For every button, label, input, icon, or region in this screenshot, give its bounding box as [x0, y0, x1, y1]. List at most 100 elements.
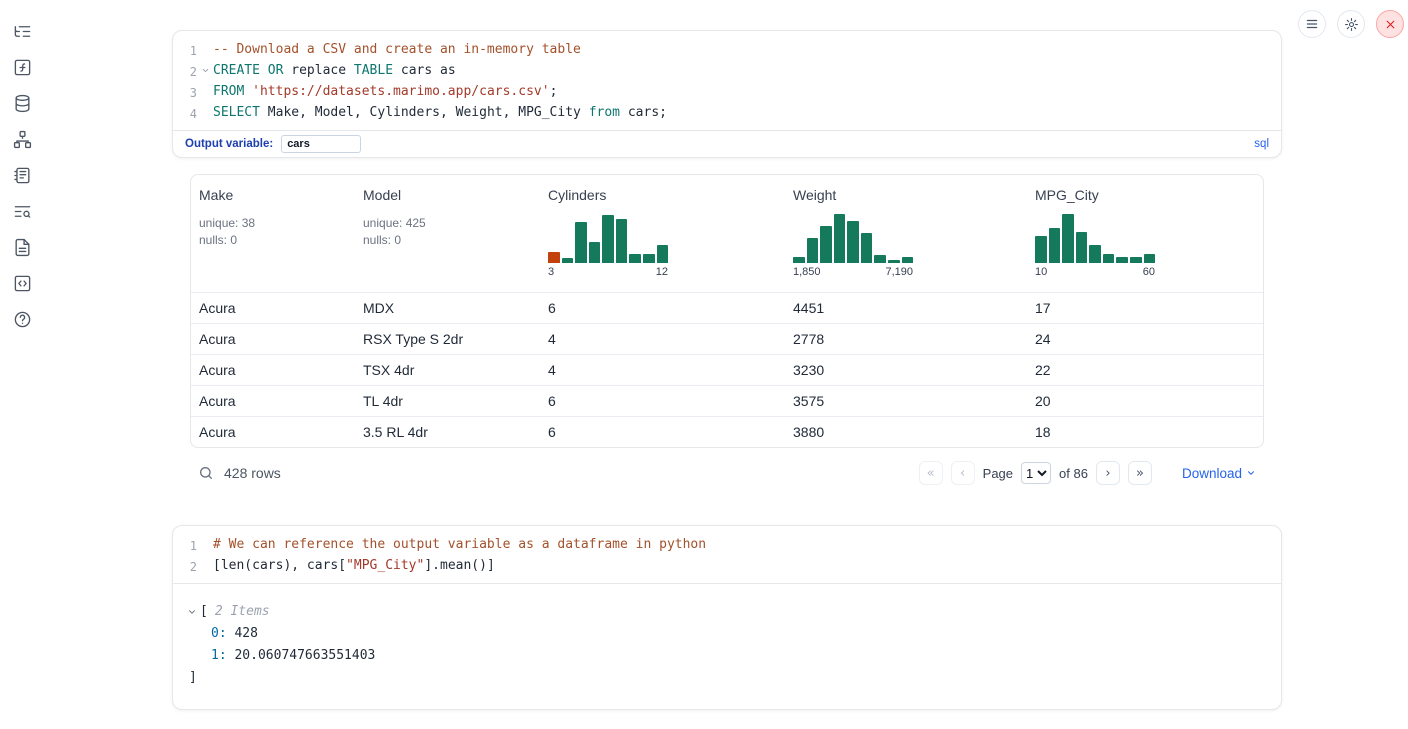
output-variable-input[interactable]: [281, 135, 361, 153]
histogram-bar: [589, 242, 601, 263]
table-cell: 3.5 RL 4dr: [355, 417, 540, 447]
fold-chevron-icon[interactable]: [197, 61, 213, 75]
table-row[interactable]: AcuraTL 4dr6357520: [191, 385, 1263, 416]
collapse-chevron-icon[interactable]: [187, 607, 197, 617]
histogram-bar: [575, 222, 587, 263]
table-footer: 428 rows « ‹ Page 1 of 86 › » Download: [190, 461, 1264, 491]
code-text: SELECT Make, Model, Cylinders, Weight, M…: [213, 103, 667, 123]
menu-icon: [1305, 17, 1319, 31]
line-number: 1: [173, 535, 197, 556]
code-line[interactable]: 3FROM 'https://datasets.marimo.app/cars.…: [173, 82, 1281, 103]
table-cell: 24: [1027, 324, 1263, 354]
table-row[interactable]: AcuraTSX 4dr4323022: [191, 354, 1263, 385]
close-bracket: ]: [187, 667, 1267, 689]
database-icon[interactable]: [11, 92, 33, 114]
code-line[interactable]: 1-- Download a CSV and create an in-memo…: [173, 40, 1281, 61]
column-name: Model: [363, 187, 532, 203]
histogram-bar: [793, 257, 805, 263]
histogram-bar: [1076, 232, 1088, 263]
python-code-editor[interactable]: 1# We can reference the output variable …: [173, 526, 1281, 583]
code-line[interactable]: 2CREATE OR replace TABLE cars as: [173, 61, 1281, 82]
dependency-graph-icon[interactable]: [11, 128, 33, 150]
histogram-bar: [1035, 236, 1047, 263]
table-row[interactable]: Acura3.5 RL 4dr6388018: [191, 416, 1263, 447]
next-page-button[interactable]: ›: [1096, 461, 1120, 485]
table-cell: TL 4dr: [355, 386, 540, 416]
help-icon[interactable]: [11, 308, 33, 330]
topbar: [1298, 10, 1404, 38]
output-list: 0: 4281: 20.060747663551403: [187, 623, 1267, 667]
python-cell: 1# We can reference the output variable …: [172, 525, 1282, 710]
gear-icon: [1344, 17, 1359, 32]
table-body: AcuraMDX6445117AcuraRSX Type S 2dr427782…: [191, 292, 1263, 447]
chevron-down-icon: [1246, 468, 1256, 478]
data-table: Make unique: 38nulls: 0Modelunique: 425nu…: [190, 174, 1264, 448]
table-cell: 6: [540, 293, 785, 323]
histogram-bar: [562, 258, 574, 263]
output-list-header: [ 2 Items: [187, 601, 1267, 623]
first-page-button[interactable]: «: [919, 461, 943, 485]
histogram-bar: [616, 219, 628, 263]
histogram-bar: [1049, 228, 1061, 263]
prev-page-button[interactable]: ‹: [951, 461, 975, 485]
file-tree-icon[interactable]: [11, 20, 33, 42]
download-button[interactable]: Download: [1182, 466, 1256, 481]
search-icon[interactable]: [198, 465, 214, 481]
fold-chevron-icon: [197, 556, 213, 561]
histogram-bar: [1130, 257, 1142, 263]
table-cell: Acura: [191, 293, 355, 323]
settings-button[interactable]: [1337, 10, 1365, 38]
code-text: FROM 'https://datasets.marimo.app/cars.c…: [213, 82, 557, 102]
table-row[interactable]: AcuraRSX Type S 2dr4277824: [191, 323, 1263, 354]
table-cell: RSX Type S 2dr: [355, 324, 540, 354]
notebook-main: 1-- Download a CSV and create an in-memo…: [172, 0, 1282, 710]
table-cell: 3230: [785, 355, 1027, 385]
histogram-bar: [834, 214, 846, 263]
notebook-icon[interactable]: [11, 164, 33, 186]
table-cell: 4: [540, 324, 785, 354]
table-cell: 2778: [785, 324, 1027, 354]
histogram-bar: [629, 254, 641, 263]
table-cell: Acura: [191, 324, 355, 354]
table-cell: MDX: [355, 293, 540, 323]
column-header-model[interactable]: Modelunique: 425nulls: 0: [355, 183, 540, 282]
table-row[interactable]: AcuraMDX6445117: [191, 292, 1263, 323]
table-cell: 3575: [785, 386, 1027, 416]
output-list-item: 1: 20.060747663551403: [187, 645, 1267, 667]
column-name: Make: [199, 187, 347, 203]
sql-code-editor[interactable]: 1-- Download a CSV and create an in-memo…: [173, 31, 1281, 130]
histogram-bar: [1103, 254, 1115, 263]
download-label: Download: [1182, 466, 1242, 481]
last-page-button[interactable]: »: [1128, 461, 1152, 485]
code-block-icon[interactable]: [11, 272, 33, 294]
column-stats: unique: 38nulls: 0: [199, 215, 347, 249]
column-header-weight[interactable]: Weight1,8507,190: [785, 183, 1027, 282]
document-icon[interactable]: [11, 236, 33, 258]
page-select[interactable]: 1: [1021, 462, 1051, 484]
code-text: CREATE OR replace TABLE cars as: [213, 61, 456, 81]
table-cell: 22: [1027, 355, 1263, 385]
histogram-bar: [807, 238, 819, 263]
column-header-make[interactable]: Make unique: 38nulls: 0: [191, 183, 355, 282]
histogram-axis: 1060: [1035, 266, 1155, 278]
table-cell: 20: [1027, 386, 1263, 416]
column-header-cylinders[interactable]: Cylinders312: [540, 183, 785, 282]
table-cell: 17: [1027, 293, 1263, 323]
function-icon[interactable]: [11, 56, 33, 78]
code-line[interactable]: 2[len(cars), cars["MPG_City"].mean()]: [173, 556, 1281, 577]
text-search-icon[interactable]: [11, 200, 33, 222]
language-badge: sql: [1254, 138, 1269, 150]
histogram-bar: [1144, 254, 1156, 263]
close-button[interactable]: [1376, 10, 1404, 38]
histogram-bar: [902, 257, 914, 263]
column-header-mpg_city[interactable]: MPG_City1060: [1027, 183, 1263, 282]
histogram-bar: [861, 233, 873, 263]
histogram-bar: [888, 260, 900, 263]
code-text: [len(cars), cars["MPG_City"].mean()]: [213, 556, 495, 576]
histogram-bar: [602, 215, 614, 263]
open-bracket: [: [200, 601, 208, 623]
table-cell: 6: [540, 386, 785, 416]
menu-button[interactable]: [1298, 10, 1326, 38]
code-line[interactable]: 1# We can reference the output variable …: [173, 535, 1281, 556]
code-line[interactable]: 4SELECT Make, Model, Cylinders, Weight, …: [173, 103, 1281, 124]
